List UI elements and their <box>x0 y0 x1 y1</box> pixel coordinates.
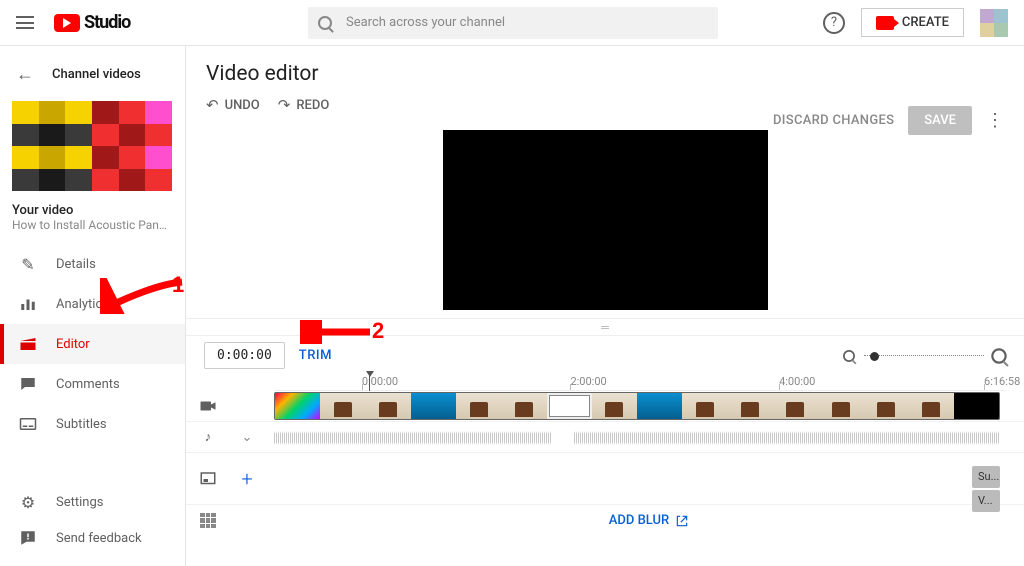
menu-button[interactable] <box>16 13 36 33</box>
discard-changes-button[interactable]: DISCARD CHANGES <box>773 113 894 128</box>
back-arrow-icon: ← <box>16 64 34 85</box>
endscreen-track-row: + Su...V... <box>186 453 1024 505</box>
sidebar-item-label: Editor <box>56 337 90 352</box>
page-title: Video editor <box>206 62 1004 86</box>
video-track[interactable] <box>274 391 1006 421</box>
content: ← Channel videos Your video How to Insta… <box>0 46 1024 566</box>
add-blur-label: ADD BLUR <box>609 513 669 528</box>
back-label: Channel videos <box>52 67 141 82</box>
search-input[interactable]: Search across your channel <box>308 7 718 39</box>
redo-button[interactable]: ↷ REDO <box>278 96 330 114</box>
video-preview[interactable] <box>443 130 768 310</box>
editor-actions-right: DISCARD CHANGES SAVE ⋮ <box>773 106 1004 135</box>
back-to-channel-videos[interactable]: ← Channel videos <box>0 56 185 93</box>
redo-icon: ↷ <box>278 96 291 114</box>
feedback-icon <box>18 528 38 548</box>
blur-track-row: ADD BLUR <box>186 505 1024 536</box>
sidebar-item-label: Send feedback <box>56 531 142 546</box>
save-button[interactable]: SAVE <box>908 106 972 135</box>
create-button[interactable]: CREATE <box>861 8 964 37</box>
pencil-icon: ✎ <box>18 254 38 274</box>
logo-text: Studio <box>84 12 130 33</box>
playhead[interactable] <box>369 375 370 391</box>
sidebar-item-analytics[interactable]: Analytics <box>0 284 185 324</box>
gear-icon: ⚙ <box>18 492 38 512</box>
clapper-icon <box>18 334 38 354</box>
sidebar-item-label: Analytics <box>56 297 109 312</box>
add-endscreen-button[interactable]: + <box>220 467 274 491</box>
undo-button[interactable]: ↶ UNDO <box>206 96 260 114</box>
sidebar-item-label: Details <box>56 257 96 272</box>
ruler-tick: 6:16:58 <box>984 375 1020 388</box>
editor-panel: Video editor ↶ UNDO ↷ REDO DISCARD CHANG… <box>186 46 1024 566</box>
your-video-heading: Your video <box>0 201 185 218</box>
sidebar-item-details[interactable]: ✎ Details <box>0 244 185 284</box>
sidebar: ← Channel videos Your video How to Insta… <box>0 46 186 566</box>
redo-label: REDO <box>296 98 329 113</box>
undo-icon: ↶ <box>206 96 219 114</box>
panel-resize-handle[interactable]: ═ <box>186 318 1024 336</box>
timeline-toolbar: 0:00:00 TRIM <box>186 336 1024 375</box>
comments-icon <box>18 374 38 394</box>
timecode-input[interactable]: 0:00:00 <box>204 342 285 369</box>
sidebar-item-settings[interactable]: ⚙ Settings <box>0 484 185 520</box>
account-avatar[interactable] <box>980 9 1008 37</box>
zoom-out-button[interactable] <box>843 350 855 362</box>
audio-expand-button[interactable]: ⌄ <box>220 430 274 445</box>
audio-track-icon: ♪ <box>186 429 220 445</box>
zoom-control <box>842 349 1006 363</box>
zoom-in-button[interactable] <box>991 348 1006 363</box>
ruler-tick: 2:00:00 <box>570 375 606 388</box>
blur-track-icon <box>186 513 220 529</box>
sidebar-item-editor[interactable]: Editor <box>0 324 185 364</box>
search-placeholder: Search across your channel <box>346 15 505 30</box>
youtube-studio-logo[interactable]: Studio <box>54 12 130 33</box>
subtitles-icon <box>18 414 38 434</box>
add-blur-button[interactable]: ADD BLUR <box>274 505 1024 536</box>
create-icon <box>876 16 894 30</box>
header-right: ? CREATE <box>823 8 1008 37</box>
editor-header: Video editor ↶ UNDO ↷ REDO DISCARD CHANG… <box>186 46 1024 122</box>
sidebar-nav: ✎ Details Analytics Editor Comments <box>0 244 185 444</box>
timeline: 0:00:002:00:004:00:006:16:58 <box>186 375 1024 536</box>
sidebar-item-label: Subtitles <box>56 417 107 432</box>
audio-track[interactable] <box>274 422 1006 452</box>
video-thumbnail[interactable] <box>12 101 172 191</box>
ruler-tick: 4:00:00 <box>779 375 815 388</box>
endscreen-track-icon <box>186 470 220 488</box>
timeline-ruler[interactable]: 0:00:002:00:004:00:006:16:58 <box>274 375 1006 391</box>
endscreen-chip[interactable]: V... <box>972 490 1000 512</box>
zoom-slider[interactable] <box>864 355 984 357</box>
video-track-icon <box>186 397 220 415</box>
endscreen-chip[interactable]: Su... <box>972 466 1000 488</box>
header: Studio Search across your channel ? CREA… <box>0 0 1024 46</box>
endscreen-track[interactable]: Su...V... <box>274 464 1006 494</box>
help-button[interactable]: ? <box>823 12 845 34</box>
youtube-icon <box>54 14 80 32</box>
sidebar-item-comments[interactable]: Comments <box>0 364 185 404</box>
analytics-icon <box>18 294 38 314</box>
open-icon <box>675 514 689 528</box>
create-label: CREATE <box>902 15 949 30</box>
undo-label: UNDO <box>225 98 260 113</box>
sidebar-item-label: Settings <box>56 495 103 510</box>
sidebar-item-feedback[interactable]: Send feedback <box>0 520 185 556</box>
sidebar-item-label: Comments <box>56 377 120 392</box>
search-icon <box>318 16 332 30</box>
sidebar-item-subtitles[interactable]: Subtitles <box>0 404 185 444</box>
your-video-title: How to Install Acoustic Panels? MM... <box>0 218 185 244</box>
video-track-row <box>186 391 1024 422</box>
trim-button[interactable]: TRIM <box>299 348 332 363</box>
more-options-button[interactable]: ⋮ <box>986 110 1004 131</box>
audio-track-row: ♪ ⌄ <box>186 422 1024 453</box>
sidebar-bottom: ⚙ Settings Send feedback <box>0 484 185 556</box>
